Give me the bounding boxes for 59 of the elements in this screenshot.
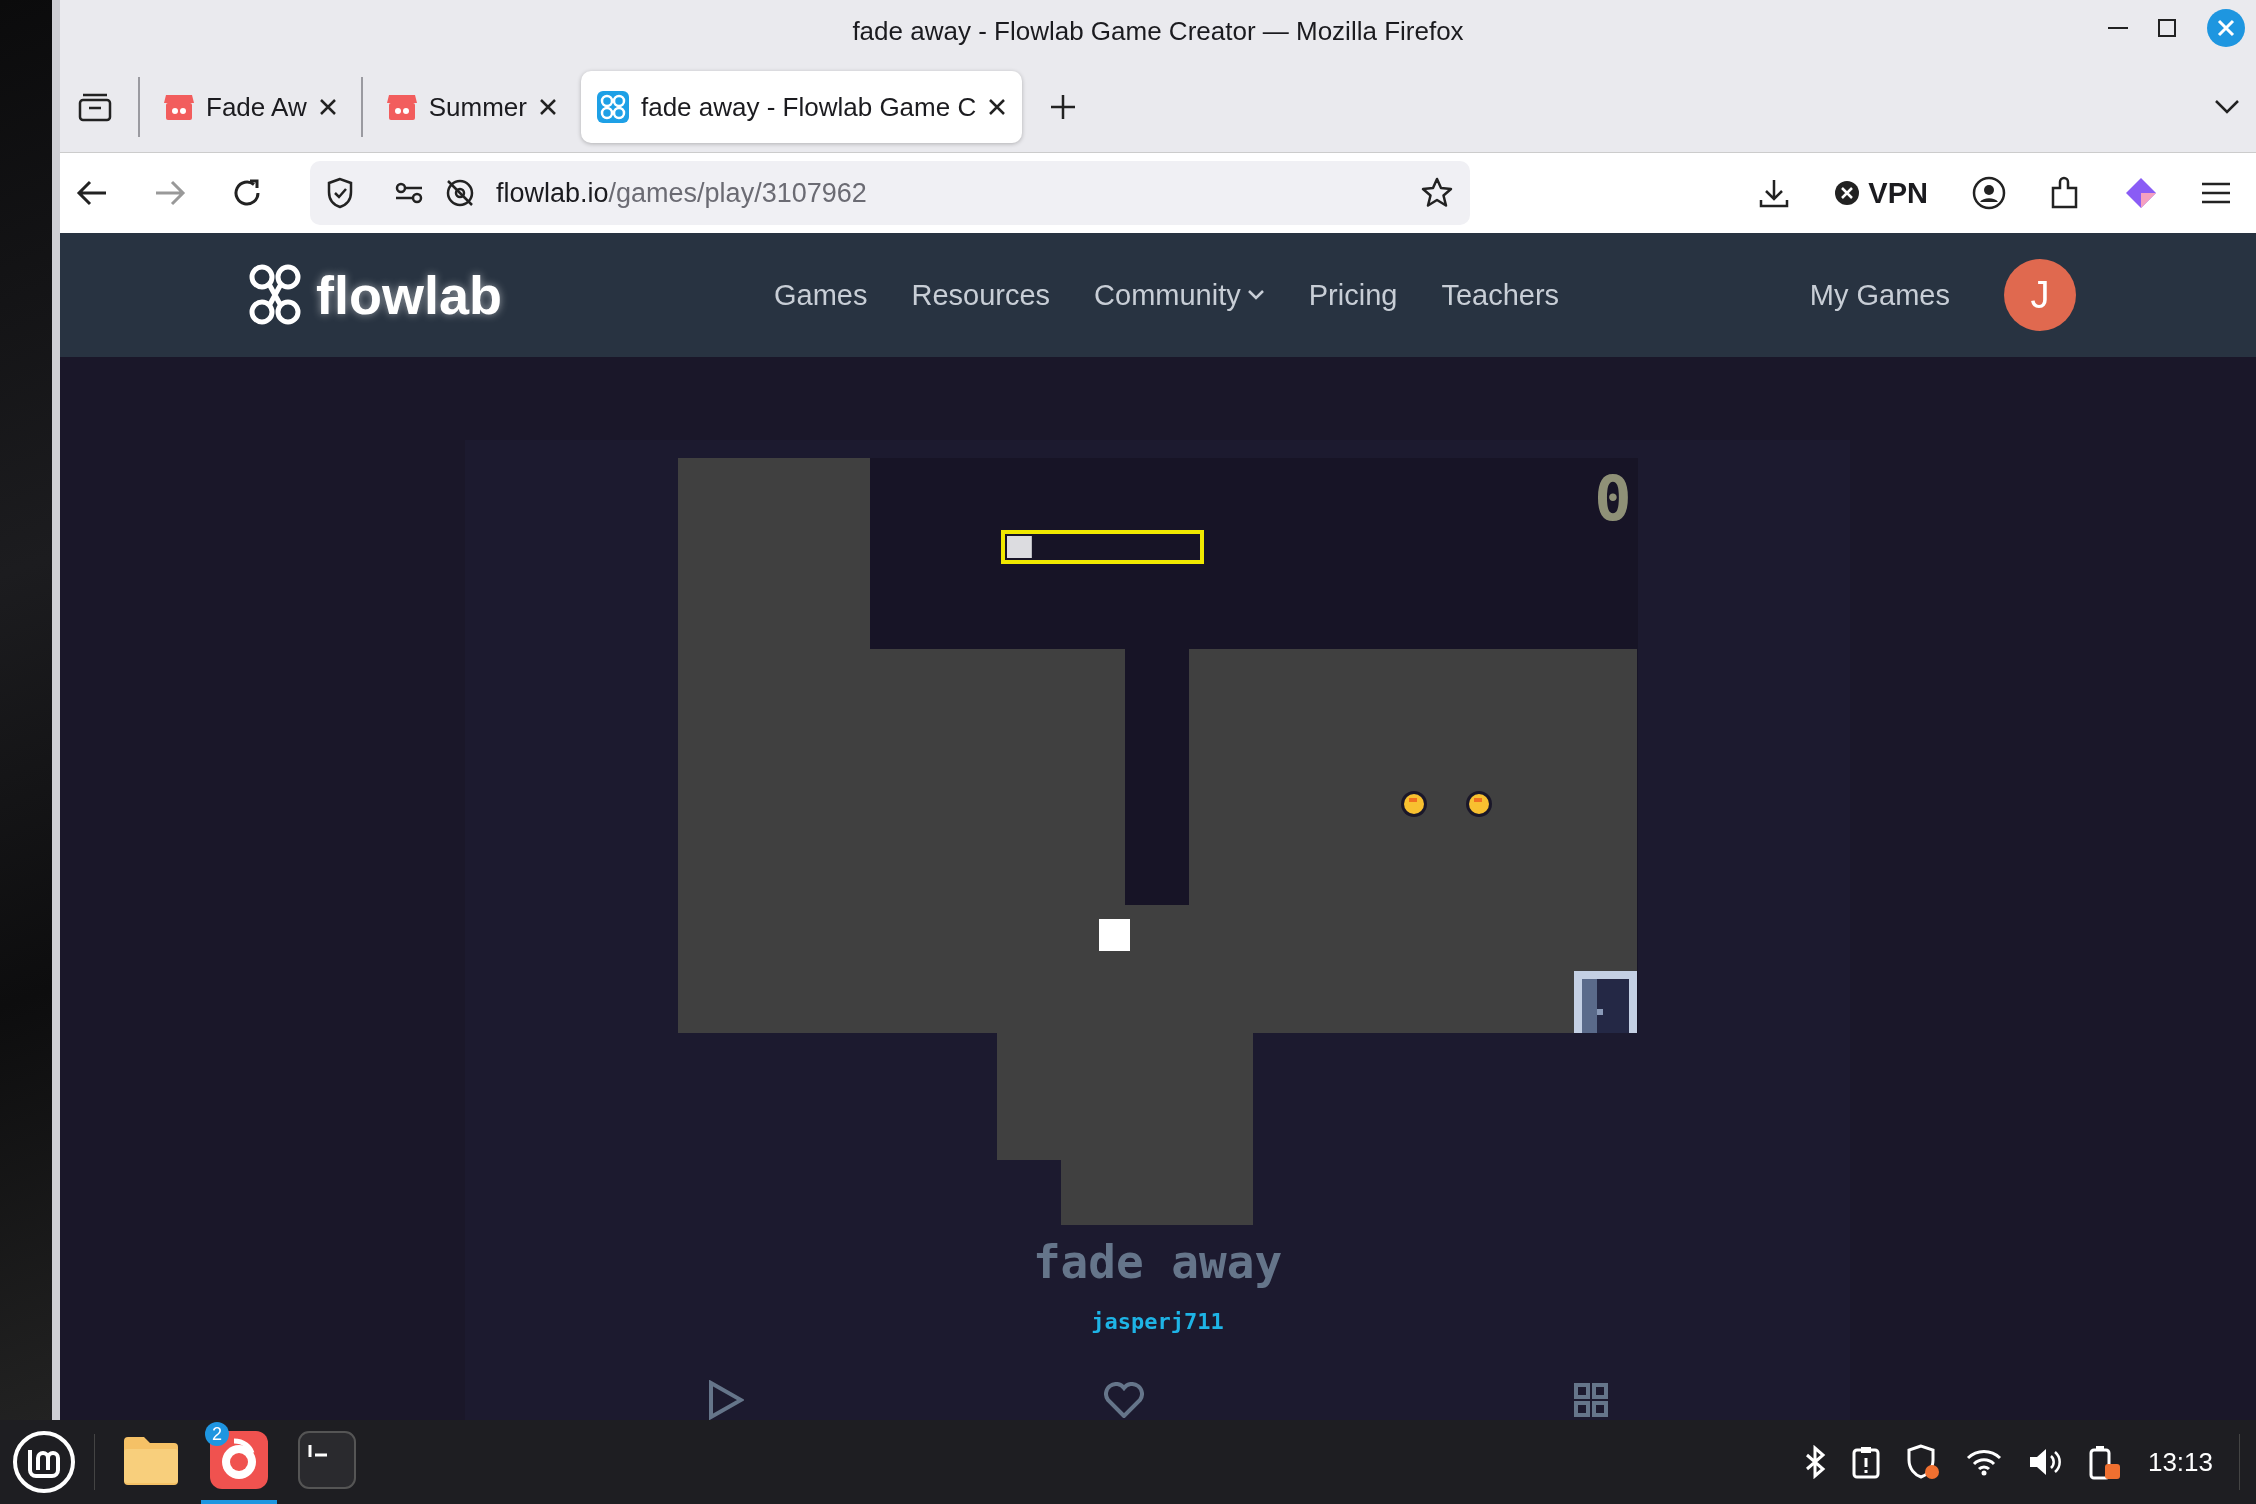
browser-tab[interactable]: Fade Aw: [148, 71, 353, 143]
url-text[interactable]: flowlab.io/games/play/3107962: [496, 177, 867, 209]
close-tab-icon[interactable]: [988, 98, 1007, 116]
wifi-icon[interactable]: [1965, 1448, 2002, 1476]
folder-icon: [122, 1435, 180, 1485]
close-tab-icon[interactable]: [538, 98, 557, 116]
bookmark-star-icon[interactable]: [1420, 176, 1454, 210]
menu-icon[interactable]: [2202, 182, 2230, 204]
store-icon: [386, 93, 417, 121]
nav-link[interactable]: Teachers: [1419, 278, 1582, 312]
flowlab-logo[interactable]: flowlab: [242, 262, 502, 328]
terminal-icon: [298, 1431, 356, 1489]
battery-icon[interactable]: [2087, 1444, 2122, 1480]
browser-tab[interactable]: Summer: [370, 71, 573, 143]
nav-link[interactable]: Community: [1072, 278, 1287, 312]
menu-logo-icon[interactable]: [12, 1430, 76, 1494]
close-icon[interactable]: [2206, 8, 2246, 48]
extensions-icon[interactable]: [2050, 176, 2080, 210]
download-icon[interactable]: [1758, 177, 1791, 209]
shield-icon[interactable]: [326, 177, 354, 209]
tracking-blocked-icon[interactable]: [444, 177, 476, 209]
new-tab-icon[interactable]: [1050, 94, 1077, 120]
bluetooth-icon[interactable]: [1803, 1445, 1826, 1479]
score-counter: 0: [1594, 462, 1632, 535]
nav-link[interactable]: Resources: [889, 278, 1073, 312]
logo-icon: [596, 91, 629, 123]
tab-manager-icon[interactable]: [78, 92, 112, 122]
maximize-icon[interactable]: [2158, 19, 2176, 37]
minimize-icon[interactable]: [2108, 26, 2128, 30]
window-title: fade away - Flowlab Game Creator — Mozilla Firefox: [852, 15, 1464, 47]
nav-link[interactable]: Games: [752, 278, 890, 312]
store-icon: [164, 93, 194, 121]
notification-badge: 2: [205, 1422, 229, 1446]
close-tab-icon[interactable]: [318, 98, 337, 116]
door-sprite: [1573, 971, 1637, 1033]
game-title: fade away: [1032, 1235, 1283, 1289]
nav-link[interactable]: My Games: [1787, 278, 1972, 312]
shield-icon[interactable]: [1905, 1444, 1940, 1480]
grid-icon: [1573, 1383, 1608, 1417]
heart-icon[interactable]: [1103, 1382, 1144, 1418]
clipboard-icon[interactable]: [1851, 1445, 1880, 1479]
player-block: [1098, 919, 1130, 951]
browser-tab[interactable]: fade away - Flowlab Game C: [580, 71, 1023, 143]
permissions-icon[interactable]: [394, 182, 424, 204]
forward-icon[interactable]: [154, 179, 186, 207]
play-icon: [707, 1380, 744, 1420]
chevron-down-icon[interactable]: [2214, 99, 2240, 115]
nav-link[interactable]: Pricing: [1286, 278, 1420, 312]
reload-icon[interactable]: [232, 178, 262, 208]
coin-sprite: [1465, 791, 1492, 817]
account-icon[interactable]: [1972, 176, 2006, 210]
clock[interactable]: 13:13: [2147, 1446, 2213, 1478]
vpn-button[interactable]: VPN: [1834, 176, 1928, 210]
volume-icon[interactable]: [2027, 1447, 2062, 1477]
coin-sprite: [1400, 791, 1427, 817]
diamond-icon[interactable]: [2124, 176, 2158, 210]
author-link[interactable]: jasperj711: [1091, 1309, 1224, 1334]
vpn-off-icon: [1834, 180, 1861, 206]
back-icon[interactable]: [76, 179, 108, 207]
